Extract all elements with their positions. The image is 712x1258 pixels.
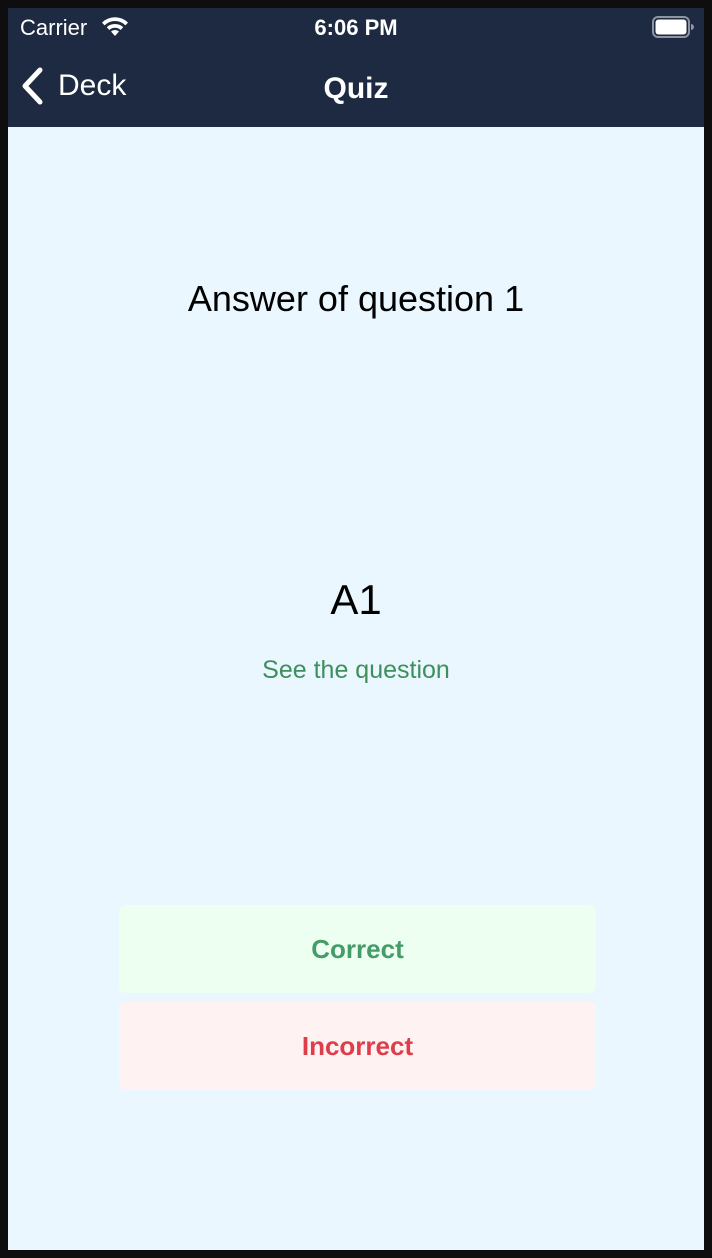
page-title: Quiz xyxy=(323,72,389,105)
battery-icon xyxy=(652,16,694,38)
see-question-link[interactable]: See the question xyxy=(8,656,704,685)
card-heading: Answer of question 1 xyxy=(187,278,525,319)
status-time: 6:06 PM xyxy=(314,15,398,40)
header: Carrier 6:06 PM Deck Quiz xyxy=(8,8,704,127)
status-bar: Carrier 6:06 PM xyxy=(8,8,704,48)
incorrect-button[interactable]: Incorrect xyxy=(119,1002,596,1090)
correct-button[interactable]: Correct xyxy=(119,905,596,993)
answer-text: A1 xyxy=(330,576,382,623)
navigation-bar: Deck Quiz xyxy=(8,48,704,127)
app-screen: Carrier 6:06 PM Deck Quiz Answer of ques… xyxy=(8,8,704,1250)
